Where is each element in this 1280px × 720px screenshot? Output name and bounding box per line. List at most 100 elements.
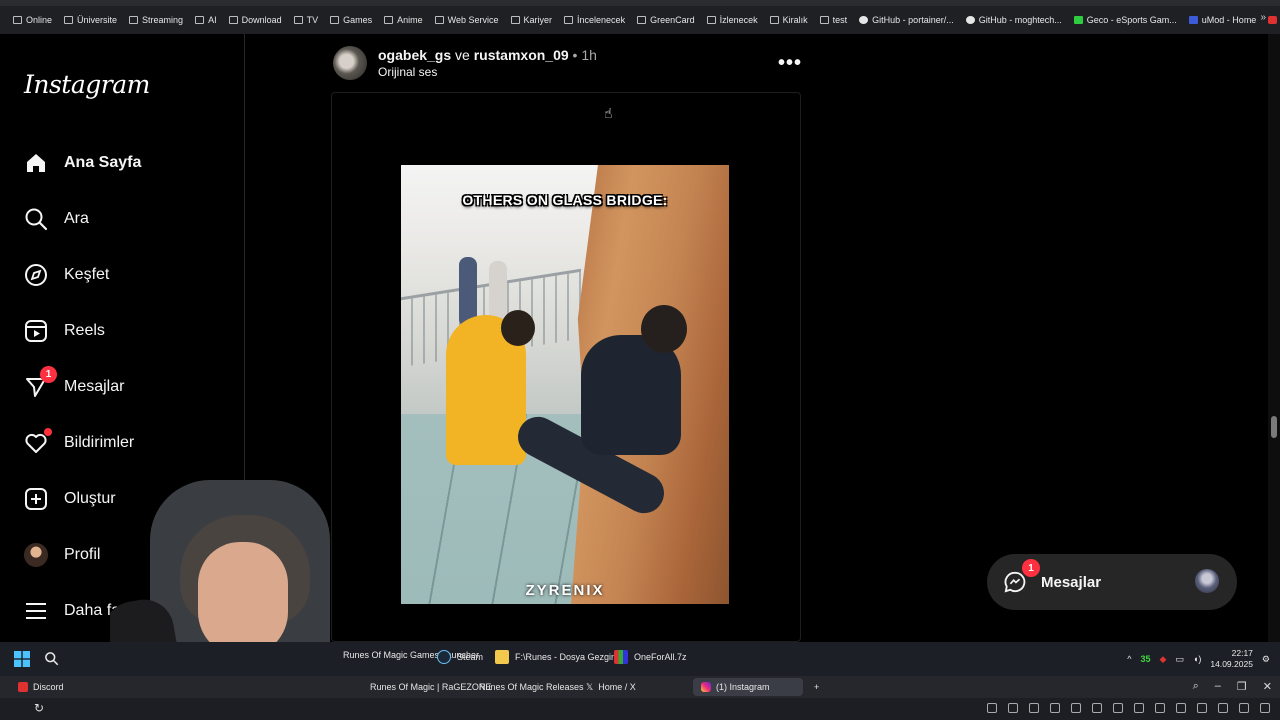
restore-icon[interactable]: ❐ (1237, 680, 1247, 693)
search-icon[interactable] (44, 651, 59, 666)
x-logo-icon: 𝕏 (586, 681, 594, 692)
close-icon[interactable]: ✕ (1263, 680, 1272, 693)
bookmark-item[interactable]: Web Service (430, 15, 504, 25)
folder-icon (330, 16, 340, 24)
taskbar-item-archive[interactable]: OneForAll.7z (614, 650, 687, 664)
folder-icon (706, 16, 716, 24)
tab-releases-label: Runes Of Magic Releases (479, 682, 584, 692)
extension-icon[interactable] (1050, 703, 1060, 713)
messenger-icon: 1 (1003, 559, 1040, 594)
extension-icon[interactable] (1197, 703, 1207, 713)
minimize-icon[interactable]: – (1215, 680, 1221, 693)
nav-reels[interactable]: Reels (24, 317, 105, 345)
messages-float-badge: 1 (1022, 559, 1040, 577)
volume-icon[interactable]: ◖) (1193, 654, 1201, 664)
messages-float-button[interactable]: 1 Mesajlar (987, 554, 1237, 610)
bookmark-item[interactable]: İncelenecek (559, 15, 630, 25)
messages-badge: 1 (40, 366, 57, 383)
extension-icon[interactable] (1008, 703, 1018, 713)
bookmark-label: Kariyer (523, 15, 553, 25)
extension-icon[interactable] (1260, 703, 1270, 713)
video-scene-person-head (641, 305, 687, 353)
bookmark-item[interactable]: Streaming (124, 15, 188, 25)
bookmark-item[interactable]: Kiralık (765, 15, 813, 25)
nav-home-label: Ana Sayfa (64, 154, 142, 171)
bookmark-item[interactable]: Download (224, 15, 287, 25)
taskbar-item-steam[interactable]: Steam (437, 650, 483, 664)
page-scrollbar[interactable] (1268, 34, 1280, 642)
bookmarks-overflow-button[interactable]: » (1260, 12, 1266, 23)
extension-icon[interactable] (1176, 703, 1186, 713)
tray-overflow-icon[interactable]: ^ (1127, 654, 1131, 664)
nav-create[interactable]: Oluştur (24, 485, 116, 513)
tray-app-icon[interactable]: ◆ (1160, 654, 1167, 665)
bookmark-item[interactable]: uMod - Home (1184, 15, 1262, 25)
bookmark-item[interactable]: GreenCard (632, 15, 700, 25)
bookmark-item[interactable]: test (815, 15, 853, 25)
bookmark-item[interactable]: Üniversite (59, 15, 122, 25)
bookmark-item[interactable]: Games (325, 15, 377, 25)
extension-icon[interactable] (1218, 703, 1228, 713)
extension-icon[interactable] (1071, 703, 1081, 713)
bookmark-item[interactable]: GitHub - portainer/... (854, 15, 959, 25)
nav-notifications[interactable]: Bildirimler (24, 428, 134, 457)
tab-releases[interactable]: Runes Of Magic Releases (471, 678, 592, 696)
extension-icon[interactable] (1092, 703, 1102, 713)
instagram-logo[interactable]: Instagram (24, 70, 150, 99)
tab-instagram[interactable]: (1) Instagram (693, 678, 803, 696)
bookmark-label: GitHub - portainer/... (872, 15, 954, 25)
youtube-icon (18, 682, 28, 692)
post-author-2[interactable]: rustamxon_09 (474, 47, 569, 63)
post-video[interactable]: OTHERS ON GLASS BRIDGE: ZYRENIX (401, 165, 729, 604)
folder-icon (293, 16, 303, 24)
nav-profile[interactable]: Profil (24, 541, 100, 569)
gear-icon[interactable]: ⚙ (1262, 654, 1270, 665)
bookmark-item[interactable]: GitHub - moghtech... (961, 15, 1067, 25)
windows-start-icon[interactable] (14, 651, 30, 667)
bookmark-item[interactable]: İzlenecek (702, 15, 763, 25)
bookmark-item[interactable]: Geco - eSports Gam... (1069, 15, 1182, 25)
bookmark-item[interactable]: Anime (379, 15, 428, 25)
new-tab-button[interactable]: + (806, 678, 827, 696)
bookmark-item[interactable]: AI (190, 15, 222, 25)
bookmark-label: Web Service (447, 15, 499, 25)
tray-counter[interactable]: 35 (1140, 654, 1150, 664)
system-tray: ^ 35 ◆ ▭ ◖) 22:17 14.09.2025 ⚙ (1127, 648, 1270, 670)
reload-icon[interactable]: ↻ (34, 701, 44, 715)
extension-icon[interactable] (1134, 703, 1144, 713)
post-audio-link[interactable]: Orijinal ses (378, 65, 437, 79)
tab-discord-label: Discord (33, 682, 64, 692)
post-author-avatar[interactable] (333, 46, 367, 80)
system-clock[interactable]: 22:17 14.09.2025 (1210, 648, 1253, 670)
video-scene-person (581, 335, 681, 455)
extension-icon[interactable] (1029, 703, 1039, 713)
extension-icon[interactable] (1113, 703, 1123, 713)
scrollbar-thumb[interactable] (1271, 416, 1277, 438)
tab-discord[interactable]: Discord (10, 678, 72, 696)
extension-icon[interactable] (987, 703, 997, 713)
video-watermark: ZYRENIX (525, 582, 605, 599)
bookmark-label: Online (26, 15, 53, 25)
nav-home[interactable]: Ana Sayfa (24, 149, 141, 177)
tab-x[interactable]: 𝕏 Home / X (578, 678, 644, 696)
nav-reels-label: Reels (64, 322, 105, 339)
folder-icon (564, 16, 574, 24)
bookmark-item[interactable]: Kariyer (506, 15, 558, 25)
bookmark-label: Streaming (142, 15, 184, 25)
video-caption: OTHERS ON GLASS BRIDGE: (462, 192, 668, 208)
taskbar-item-archive-label: OneForAll.7z (634, 652, 687, 662)
taskbar-item-explorer[interactable]: F:\Runes - Dosya Gezgini (495, 650, 618, 664)
extension-icon[interactable] (1239, 703, 1249, 713)
nav-explore[interactable]: Keşfet (24, 261, 109, 289)
post-time[interactable]: 1h (581, 47, 597, 63)
nav-messages[interactable]: 1 Mesajlar (24, 366, 124, 401)
nav-search[interactable]: Ara (24, 205, 89, 233)
monitor-icon[interactable]: ▭ (1175, 654, 1184, 665)
post-author-1[interactable]: ogabek_gs (378, 47, 451, 63)
search-icon[interactable]: ⌕ (1193, 680, 1199, 693)
clock-time: 22:17 (1231, 648, 1253, 658)
bookmark-item[interactable]: Online (8, 15, 57, 25)
post-options-button[interactable]: ••• (778, 52, 802, 75)
extension-icon[interactable] (1155, 703, 1165, 713)
bookmark-item[interactable]: TV (289, 15, 324, 25)
